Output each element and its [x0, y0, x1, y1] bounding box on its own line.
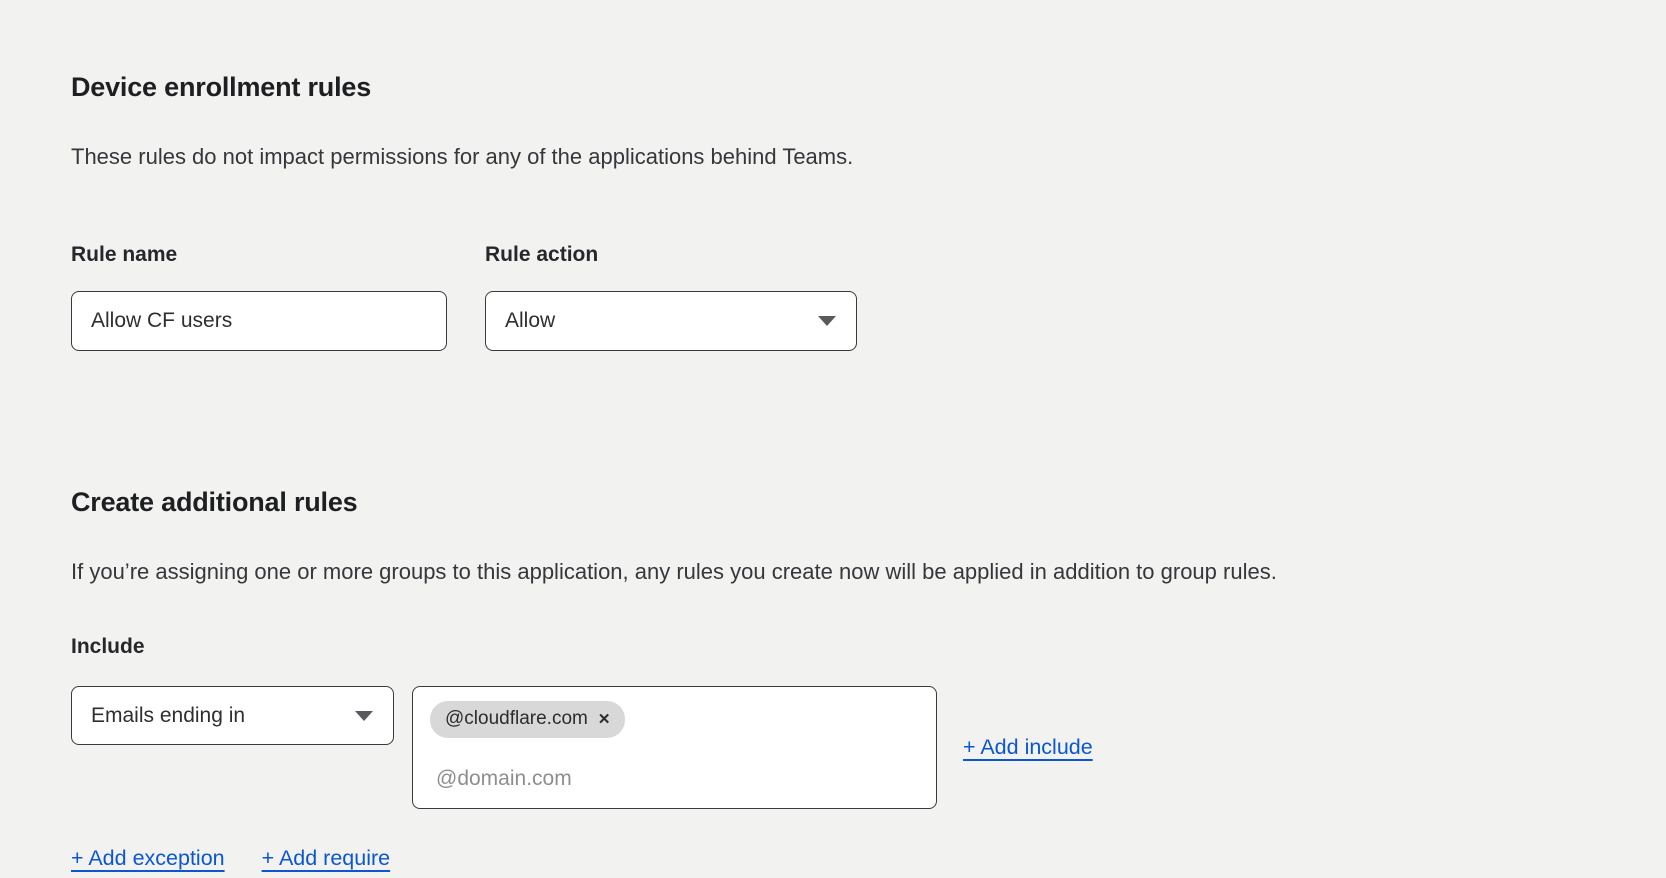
include-selector-selected-value: Emails ending in	[91, 704, 245, 728]
include-rule-row: Emails ending in @cloudflare.com ✕ + Add…	[71, 686, 1606, 809]
email-domain-tag-label: @cloudflare.com	[445, 708, 588, 730]
rule-links-row: + Add exception + Add require	[71, 846, 1606, 871]
remove-tag-icon[interactable]: ✕	[598, 712, 611, 727]
include-values-multi-input[interactable]: @cloudflare.com ✕	[412, 686, 937, 809]
rule-action-select[interactable]: Allow	[485, 291, 857, 351]
email-domain-tag: @cloudflare.com ✕	[430, 701, 625, 738]
rule-action-field-group: Rule action Allow	[485, 243, 857, 351]
device-enrollment-title: Device enrollment rules	[71, 72, 1606, 103]
add-include-link[interactable]: + Add include	[963, 735, 1093, 760]
rule-name-label: Rule name	[71, 243, 447, 267]
rule-action-label: Rule action	[485, 243, 857, 267]
device-enrollment-page: Device enrollment rules These rules do n…	[0, 0, 1666, 871]
email-domain-input[interactable]	[434, 766, 875, 792]
rule-name-input[interactable]	[71, 291, 447, 351]
chevron-down-icon	[818, 316, 836, 326]
device-enrollment-description: These rules do not impact permissions fo…	[71, 143, 1606, 172]
additional-rules-section: Create additional rules If you’re assign…	[71, 487, 1606, 872]
include-label: Include	[71, 635, 1606, 659]
additional-rules-description: If you’re assigning one or more groups t…	[71, 558, 1606, 587]
chevron-down-icon	[355, 711, 373, 721]
add-exception-link[interactable]: + Add exception	[71, 846, 225, 871]
rule-fields-row: Rule name Rule action Allow	[71, 243, 1606, 351]
rule-action-selected-value: Allow	[505, 309, 555, 333]
additional-rules-title: Create additional rules	[71, 487, 1606, 518]
add-require-link[interactable]: + Add require	[262, 846, 391, 871]
rule-name-field-group: Rule name	[71, 243, 447, 351]
include-selector-select[interactable]: Emails ending in	[71, 686, 394, 745]
